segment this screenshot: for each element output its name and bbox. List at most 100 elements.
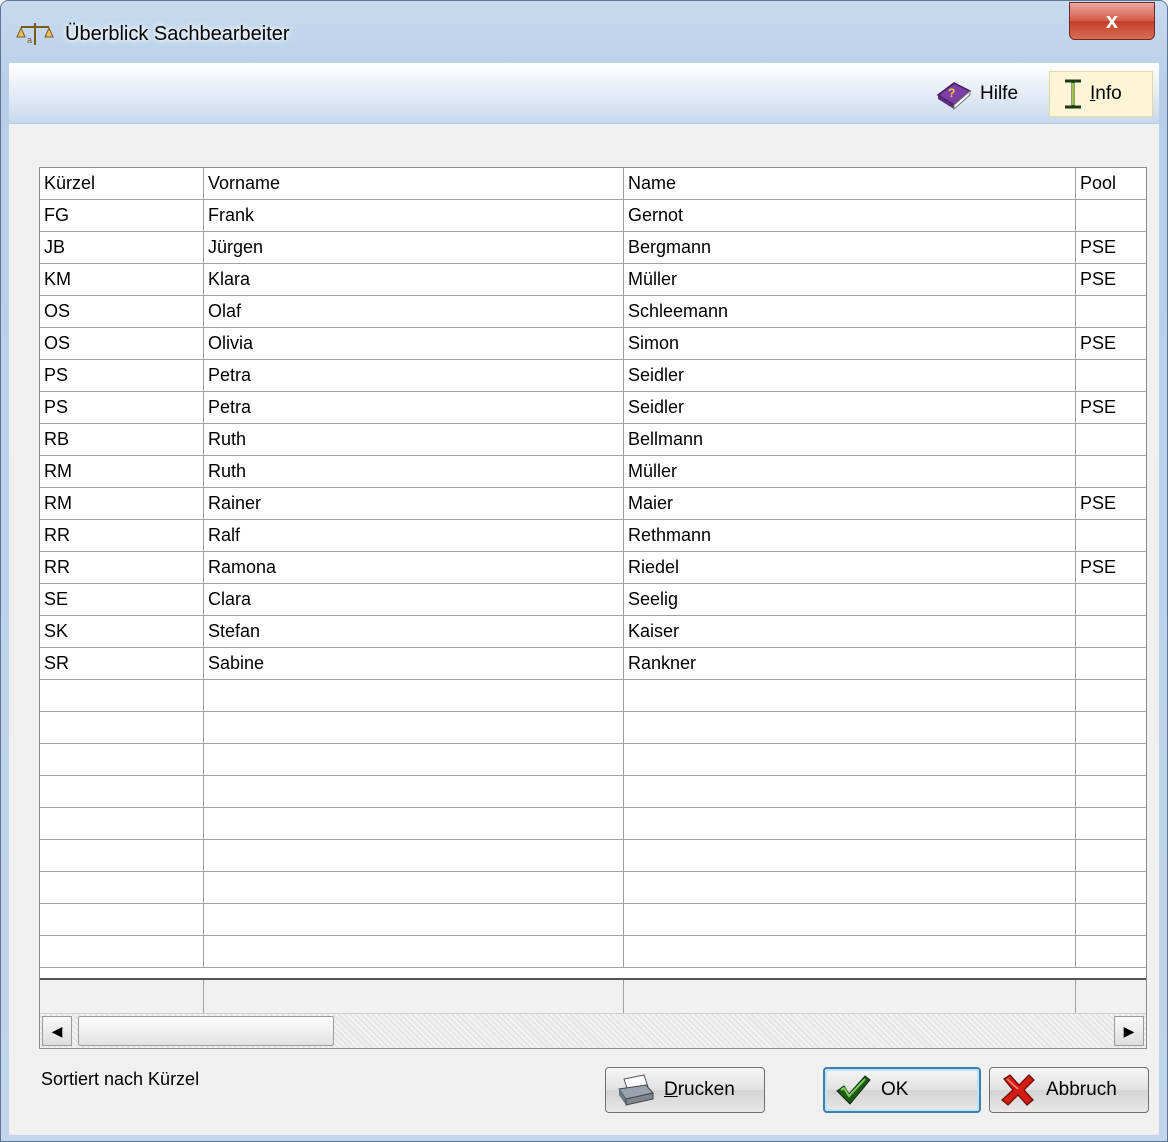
empty-cell (40, 680, 204, 711)
cell-vorname: Frank (204, 200, 624, 231)
ok-button[interactable]: OK (823, 1067, 981, 1113)
empty-table-row[interactable] (40, 904, 1146, 936)
cell-kuerzel: RR (40, 520, 204, 551)
scroll-thumb[interactable] (78, 1016, 334, 1046)
cell-vorname: Rainer (204, 488, 624, 519)
footer-cell (204, 980, 624, 1014)
empty-table-row[interactable] (40, 840, 1146, 872)
column-header-pool[interactable]: Pool (1076, 168, 1146, 199)
empty-cell (40, 776, 204, 807)
arrow-left-icon: ◀ (51, 1023, 63, 1039)
empty-table-row[interactable] (40, 776, 1146, 808)
cell-name: Seidler (624, 360, 1076, 391)
column-header-name[interactable]: Name (624, 168, 1076, 199)
print-button[interactable]: Drucken (605, 1067, 765, 1113)
horizontal-scrollbar[interactable]: ◀ ▶ (40, 1013, 1146, 1048)
table-row[interactable]: OS Olaf Schleemann (40, 296, 1146, 328)
table-row[interactable]: SE Clara Seelig (40, 584, 1146, 616)
table-row[interactable]: RR Ramona Riedel PSE (40, 552, 1146, 584)
cancel-button[interactable]: Abbruch (989, 1067, 1149, 1113)
menu-bar: ? Hilfe Info (9, 63, 1159, 124)
empty-cell (204, 776, 624, 807)
table-row[interactable]: RR Ralf Rethmann (40, 520, 1146, 552)
cell-kuerzel: OS (40, 328, 204, 359)
empty-cell (204, 808, 624, 839)
staff-table[interactable]: Kürzel Vorname Name Pool FG Frank Gernot JB… (39, 167, 1147, 1049)
cell-name: Seelig (624, 584, 1076, 615)
table-row[interactable]: FG Frank Gernot (40, 200, 1146, 232)
empty-table-row[interactable] (40, 872, 1146, 904)
cell-pool: PSE (1080, 269, 1117, 289)
empty-cell (1076, 904, 1146, 935)
table-footer (40, 978, 1146, 1014)
cell-vorname: Olaf (204, 296, 624, 327)
dialog-window: a Überblick Sachbearbeiter x ? Hilfe Inf… (0, 0, 1168, 1142)
cell-kuerzel: SR (40, 648, 204, 679)
help-book-icon: ? (936, 82, 972, 111)
empty-table-row[interactable] (40, 680, 1146, 712)
scroll-left-button[interactable]: ◀ (42, 1016, 72, 1046)
empty-cell (204, 712, 624, 743)
table-row[interactable]: SR Sabine Rankner (40, 648, 1146, 680)
menu-hilfe[interactable]: ? Hilfe (934, 71, 1044, 117)
cell-kuerzel: SK (40, 616, 204, 647)
table-row[interactable]: RM Rainer Maier PSE (40, 488, 1146, 520)
title-bar[interactable]: a Überblick Sachbearbeiter x (1, 1, 1167, 63)
table-row[interactable]: OS Olivia Simon PSE (40, 328, 1146, 360)
table-row[interactable]: KM Klara Müller PSE (40, 264, 1146, 296)
empty-table-row[interactable] (40, 744, 1146, 776)
empty-cell (624, 808, 1076, 839)
table-header: Kürzel Vorname Name Pool (40, 168, 1146, 200)
arrow-right-icon: ▶ (1123, 1023, 1135, 1039)
cell-name: Gernot (624, 200, 1076, 231)
cell-name: Riedel (624, 552, 1076, 583)
table-row[interactable]: PS Petra Seidler (40, 360, 1146, 392)
cell-vorname: Ramona (204, 552, 624, 583)
cell-name: Bellmann (624, 424, 1076, 455)
empty-table-row[interactable] (40, 936, 1146, 968)
empty-cell (624, 840, 1076, 871)
cell-name: Müller (624, 456, 1076, 487)
empty-cell (624, 872, 1076, 903)
cell-name: Seidler (624, 392, 1076, 423)
cell-pool (1076, 200, 1146, 231)
cell-vorname: Clara (204, 584, 624, 615)
table-row[interactable]: PS Petra Seidler PSE (40, 392, 1146, 424)
cell-vorname: Klara (204, 264, 624, 295)
cell-vorname: Ruth (204, 424, 624, 455)
column-header-kuerzel[interactable]: Kürzel (40, 168, 204, 199)
empty-cell (624, 776, 1076, 807)
empty-cell (40, 744, 204, 775)
table-row[interactable]: RM Ruth Müller (40, 456, 1146, 488)
column-header-vorname[interactable]: Vorname (204, 168, 624, 199)
ok-button-label: OK (881, 1079, 909, 1100)
empty-table-row[interactable] (40, 712, 1146, 744)
menu-info[interactable]: Info (1049, 71, 1153, 117)
cell-pool (1076, 584, 1146, 615)
table-row[interactable]: RB Ruth Bellmann (40, 424, 1146, 456)
cell-pool: PSE (1080, 237, 1117, 257)
menu-hilfe-label: Hilfe (980, 83, 1019, 104)
scales-icon: a (16, 23, 54, 45)
close-button[interactable]: x (1069, 2, 1155, 40)
cell-pool (1076, 520, 1146, 551)
empty-table-row[interactable] (40, 808, 1146, 840)
table-row[interactable]: SK Stefan Kaiser (40, 616, 1146, 648)
cell-pool (1076, 648, 1146, 679)
empty-cell (1076, 936, 1146, 967)
cell-pool (1076, 360, 1146, 391)
cell-pool: PSE (1080, 397, 1117, 417)
cell-name: Rankner (624, 648, 1076, 679)
empty-cell (624, 680, 1076, 711)
cell-name: Rethmann (624, 520, 1076, 551)
empty-cell (624, 744, 1076, 775)
table-row[interactable]: JB Jürgen Bergmann PSE (40, 232, 1146, 264)
cell-kuerzel: JB (40, 232, 204, 263)
cell-vorname: Jürgen (204, 232, 624, 263)
cell-vorname: Ruth (204, 456, 624, 487)
cell-kuerzel: RR (40, 552, 204, 583)
empty-cell (1076, 776, 1146, 807)
cell-kuerzel: KM (40, 264, 204, 295)
scroll-right-button[interactable]: ▶ (1114, 1016, 1144, 1046)
empty-cell (40, 904, 204, 935)
